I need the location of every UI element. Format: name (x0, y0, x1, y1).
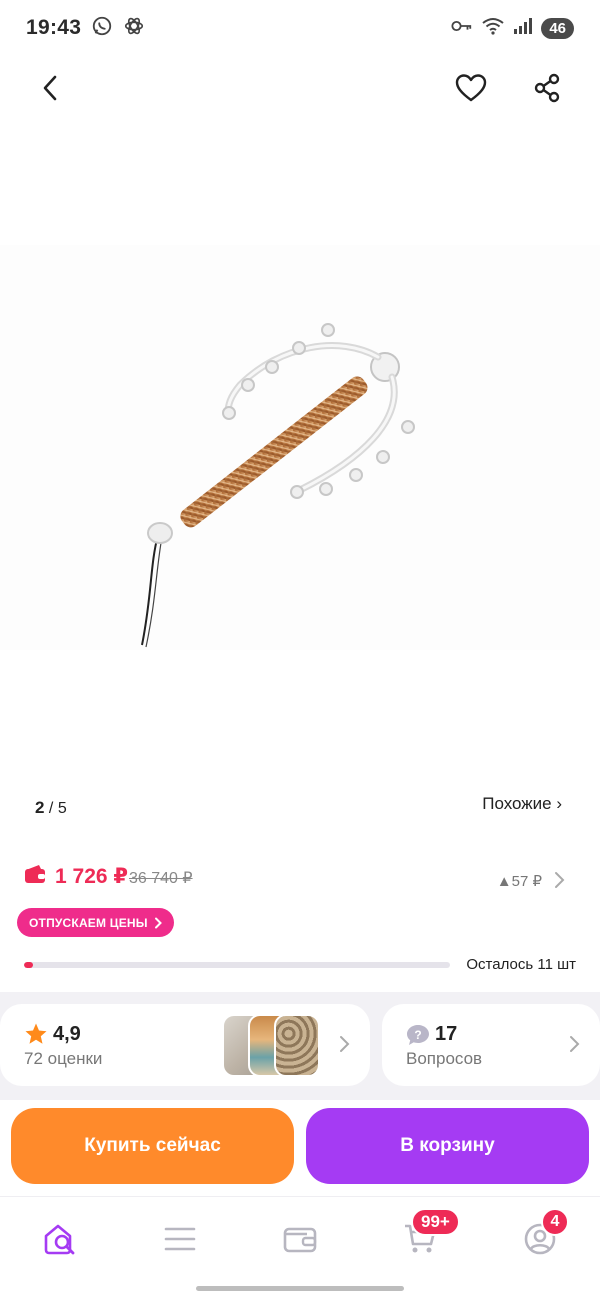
image-counter-total: / 5 (48, 800, 67, 817)
old-price: 36 740 ₽ (129, 870, 193, 887)
price-block: 1 726 ₽ 36 740 ₽ ▲57 ₽ ОТПУСКАЕМ ЦЕНЫ Ос… (0, 840, 600, 990)
review-photo[interactable] (274, 1014, 320, 1077)
rating-count: 72 оценки (24, 1049, 103, 1068)
gallery-footer: 2 / 5 Похожие › (0, 790, 600, 826)
status-right: 46 (451, 16, 574, 41)
questions-count: 17 (435, 1023, 458, 1045)
promo-badge[interactable]: ОТПУСКАЕМ ЦЕНЫ (17, 908, 174, 937)
current-price: 1 726 ₽ (55, 865, 128, 888)
purchase-bar: Купить сейчас В корзину (0, 1100, 600, 1194)
signal-icon (513, 17, 533, 40)
wallet-price-icon (24, 864, 46, 889)
chatgpt-icon (123, 15, 145, 42)
chevron-right-icon (568, 1034, 580, 1059)
image-counter: 2 / 5 (35, 798, 67, 818)
price-change[interactable]: ▲57 ₽ (497, 872, 542, 890)
home-indicator[interactable] (196, 1286, 404, 1291)
top-bar (0, 60, 600, 116)
heart-icon[interactable] (447, 64, 495, 112)
key-icon (451, 18, 473, 39)
wallet-icon[interactable] (276, 1215, 324, 1263)
back-arrow-icon[interactable] (27, 64, 75, 112)
profile-badge: 4 (541, 1208, 569, 1236)
star-icon (24, 1022, 48, 1051)
share-icon[interactable] (523, 64, 571, 112)
questions-card[interactable]: ? 17 Вопросов (382, 1004, 600, 1086)
chevron-right-icon (338, 1034, 350, 1059)
home-search-icon[interactable] (36, 1215, 84, 1263)
whatsapp-icon (91, 15, 113, 42)
catalog-menu-icon[interactable] (156, 1215, 204, 1263)
svg-text:?: ? (414, 1028, 421, 1042)
info-cards: 4,9 72 оценки ? 17 Вопросов (0, 992, 600, 1100)
chevron-right-icon[interactable] (552, 870, 566, 895)
status-time: 19:43 (26, 16, 82, 39)
cart-badge: 99+ (411, 1208, 460, 1236)
stock-label: Осталось 11 шт (466, 956, 576, 973)
status-bar: 19:43 46 (0, 0, 600, 56)
questions-label: Вопросов (406, 1049, 483, 1068)
wifi-icon (481, 16, 505, 41)
status-left: 19:43 (26, 15, 145, 42)
stock-progress (24, 962, 450, 968)
promo-label: ОТПУСКАЕМ ЦЕНЫ (29, 915, 148, 930)
add-to-cart-button[interactable]: В корзину (306, 1108, 589, 1184)
bottom-nav (0, 1196, 600, 1280)
question-bubble-icon: ? (406, 1024, 430, 1051)
buy-now-button[interactable]: Купить сейчас (11, 1108, 294, 1184)
similar-link[interactable]: Похожие › (482, 794, 562, 814)
stock-progress-fill (24, 962, 33, 968)
rating-value: 4,9 (53, 1023, 81, 1045)
review-photos[interactable] (222, 1014, 322, 1077)
image-counter-current: 2 (35, 798, 45, 817)
product-image[interactable] (0, 245, 600, 650)
battery-indicator: 46 (541, 17, 574, 39)
product-photo (141, 323, 415, 648)
rating-card[interactable]: 4,9 72 оценки (0, 1004, 370, 1086)
chevron-right-icon (154, 917, 162, 928)
